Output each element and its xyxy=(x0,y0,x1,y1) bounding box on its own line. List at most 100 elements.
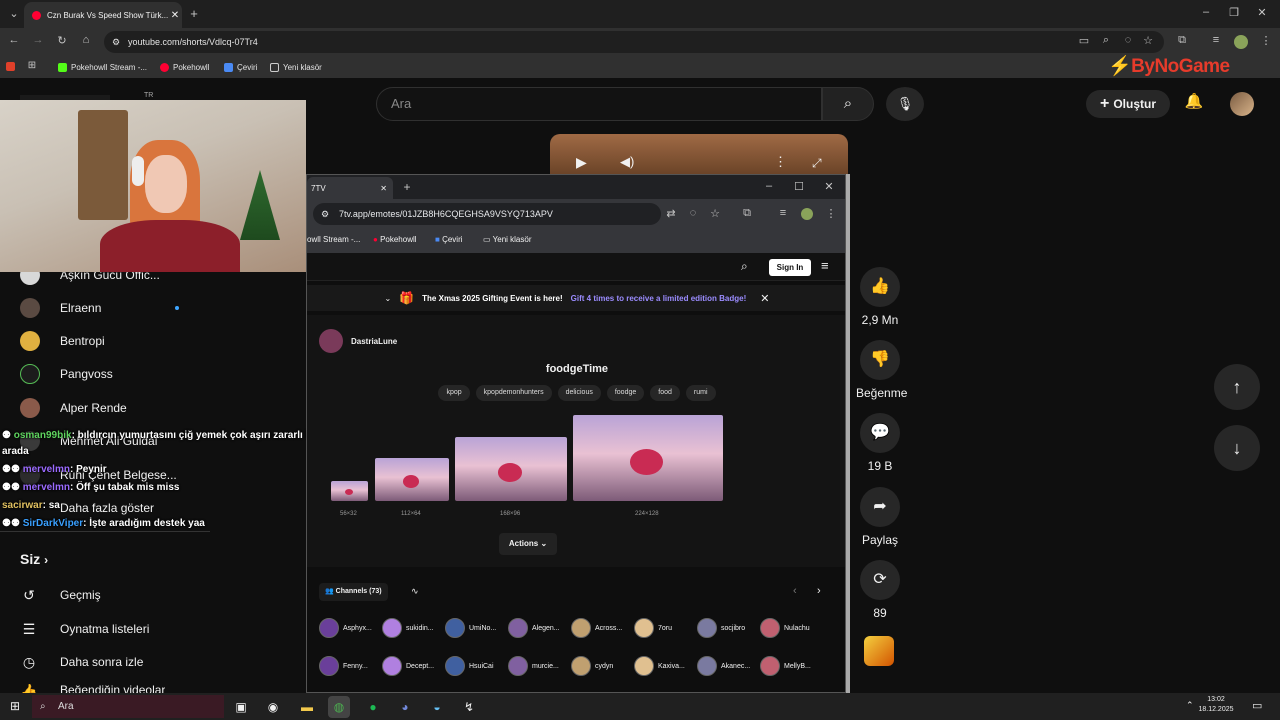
chrome-icon[interactable]: ◍ xyxy=(328,696,350,718)
uploader-name[interactable]: DastriaLune xyxy=(351,337,397,346)
channel-chip[interactable]: UmiNo... xyxy=(445,617,496,639)
home-icon[interactable]: ⌂ xyxy=(78,34,94,46)
channel-chip[interactable]: murcie... xyxy=(508,655,559,677)
menu-kebab-icon[interactable]: ⋮ xyxy=(1258,34,1274,47)
volume-icon[interactable]: ◀) xyxy=(620,154,634,170)
search-input[interactable]: Ara xyxy=(376,87,822,121)
cast-icon[interactable]: ▭ xyxy=(1076,34,1092,47)
hamburger-menu-icon[interactable]: ≡ xyxy=(821,258,829,273)
channel-chip[interactable]: sukidin... xyxy=(382,617,434,639)
close-window-icon[interactable]: ✕ xyxy=(821,180,837,193)
spotify-icon[interactable]: ● xyxy=(362,696,384,718)
maximize-icon[interactable]: ☐ xyxy=(791,180,807,193)
channel-chip[interactable]: cydyn xyxy=(571,655,613,677)
discord-icon[interactable]: ◕ xyxy=(394,696,416,718)
tab-list-chevron-icon[interactable]: ⌄ xyxy=(6,7,22,20)
bookmark-2[interactable]: Pokehowll xyxy=(160,56,209,78)
channel-chip[interactable]: Asphyx... xyxy=(319,617,372,639)
obs-icon[interactable]: ◉ xyxy=(262,696,284,718)
channel-chip[interactable]: socjibro xyxy=(697,617,745,639)
channel-chip[interactable]: Alegen... xyxy=(508,617,560,639)
channel-chip[interactable]: 7oru xyxy=(634,617,672,639)
uploader-avatar[interactable] xyxy=(319,329,343,353)
banner-link[interactable]: Gift 4 times to receive a limited editio… xyxy=(571,294,747,303)
seventv-tab[interactable]: 7TV ✕ xyxy=(307,177,393,199)
close-tab-icon[interactable]: ✕ xyxy=(380,184,387,193)
like-button[interactable]: 👍 2,9 Mn xyxy=(858,267,902,327)
tag[interactable]: kpopdemonhunters xyxy=(475,385,552,401)
previous-short-button[interactable]: ↑ xyxy=(1214,364,1260,410)
translate-icon[interactable]: ⇄ xyxy=(663,207,679,220)
channel-chip[interactable]: Nulachu xyxy=(760,617,810,639)
sidebar-item-watch-later[interactable]: ◷ Daha sonra izle xyxy=(20,651,144,673)
sign-in-button[interactable]: Sign In xyxy=(769,259,811,276)
extensions-icon[interactable]: ⧉ xyxy=(739,207,755,220)
sidebar-item-playlists[interactable]: ☰ Oynatma listeleri xyxy=(20,618,150,640)
voice-search-button[interactable]: 🎙 xyxy=(886,87,924,121)
minimize-icon[interactable]: – xyxy=(1198,6,1214,18)
emote-preview-3x[interactable] xyxy=(455,437,567,501)
sidebar-sub-item[interactable]: Alper Rende xyxy=(20,398,127,418)
channel-chip[interactable]: Akanec... xyxy=(697,655,750,677)
restore-icon[interactable]: ❐ xyxy=(1226,6,1242,19)
bookmark-folder[interactable]: Yeni klasör xyxy=(270,56,322,78)
site-info-icon[interactable]: ⚙ xyxy=(321,203,329,225)
tag[interactable]: rumi xyxy=(685,385,716,401)
comments-button[interactable]: 💬 19 B xyxy=(858,413,902,473)
site-info-icon[interactable]: ⚙ xyxy=(112,31,120,53)
apps-grid-icon[interactable]: ⊞ xyxy=(24,60,40,71)
channel-chip[interactable]: MellyB... xyxy=(760,655,811,677)
new-tab-icon[interactable]: + xyxy=(399,180,415,194)
more-options-icon[interactable]: ⋮ xyxy=(774,154,787,170)
channel-avatar-thumbnail[interactable] xyxy=(864,636,894,666)
remix-button[interactable]: ⟳ 89 xyxy=(858,560,902,620)
notification-center-icon[interactable]: ▭ xyxy=(1252,699,1262,712)
seventv-url-bar[interactable]: ⚙ 7tv.app/emotes/01JZB8H6CQEGHSA9VSYQ713… xyxy=(313,203,661,225)
taskbar-search-input[interactable]: ⌕ Ara xyxy=(32,695,224,718)
prev-page-icon[interactable]: ‹ xyxy=(793,585,797,597)
bookmark-item[interactable]: ● Pokehowll xyxy=(373,235,417,244)
search-icon[interactable]: ⌕ xyxy=(741,259,748,274)
profile-avatar[interactable] xyxy=(801,208,813,220)
bookmark-3[interactable]: Çeviri xyxy=(224,56,257,78)
channel-chip[interactable]: Decept... xyxy=(382,655,434,677)
minimize-icon[interactable]: – xyxy=(761,180,777,192)
bookmark-item[interactable]: ■ Çeviri xyxy=(435,235,463,244)
extensions-icon[interactable]: ⧉ xyxy=(1174,34,1190,47)
next-short-button[interactable]: ↓ xyxy=(1214,425,1260,471)
bookmark-1[interactable]: Pokehowll Stream -... xyxy=(58,56,147,78)
you-section-heading[interactable]: Siz › xyxy=(20,551,48,567)
bookmark-item[interactable]: owll Stream -... xyxy=(307,235,360,244)
new-tab-icon[interactable]: + xyxy=(186,6,202,21)
eye-off-icon[interactable]: ◌ xyxy=(1120,34,1136,46)
file-explorer-icon[interactable]: ▬ xyxy=(296,696,318,718)
app-red-icon[interactable] xyxy=(6,62,15,71)
back-icon[interactable]: ← xyxy=(6,34,22,46)
task-view-icon[interactable]: ▣ xyxy=(230,696,252,718)
play-icon[interactable]: ▶ xyxy=(576,154,587,171)
chevron-down-icon[interactable]: ⌄ xyxy=(385,294,392,303)
fullscreen-icon[interactable]: ⤢ xyxy=(812,156,822,171)
tag[interactable]: kpop xyxy=(438,385,470,401)
steam-icon[interactable]: ◒ xyxy=(426,696,448,718)
close-icon[interactable]: ✕ xyxy=(760,292,769,305)
browser-tab-active[interactable]: Czn Burak Vs Speed Show Türk... ✕ xyxy=(24,2,182,28)
tag[interactable]: delicious xyxy=(557,385,601,401)
notifications-bell-icon[interactable]: 🔔 xyxy=(1182,92,1206,116)
create-button[interactable]: + Oluştur xyxy=(1086,90,1170,118)
bookmark-folder[interactable]: ▭ Yeni klasör xyxy=(483,235,531,244)
eye-off-icon[interactable]: ◌ xyxy=(685,207,701,219)
activity-icon[interactable]: ∿ xyxy=(411,586,419,597)
sidebar-sub-item[interactable]: Bentropi xyxy=(20,331,105,351)
reload-icon[interactable]: ↻ xyxy=(54,34,70,47)
sidebar-item-history[interactable]: ↺ Geçmiş xyxy=(20,584,101,606)
sidebar-sub-item[interactable]: Elraenn xyxy=(20,298,180,318)
bookmark-star-icon[interactable]: ☆ xyxy=(707,207,723,220)
chevron-up-icon[interactable]: ⌃ xyxy=(1186,700,1194,711)
url-bar[interactable]: ⚙ youtube.com/shorts/Vdlcq-07Tr4 xyxy=(104,31,1164,53)
sidebar-sub-item[interactable]: Pangvoss xyxy=(20,364,113,384)
emote-preview-2x[interactable] xyxy=(375,458,449,501)
actions-dropdown[interactable]: Actions ⌄ xyxy=(499,533,557,555)
media-controls-icon[interactable]: ≡ xyxy=(1208,34,1224,46)
emote-preview-4x[interactable] xyxy=(573,415,723,501)
